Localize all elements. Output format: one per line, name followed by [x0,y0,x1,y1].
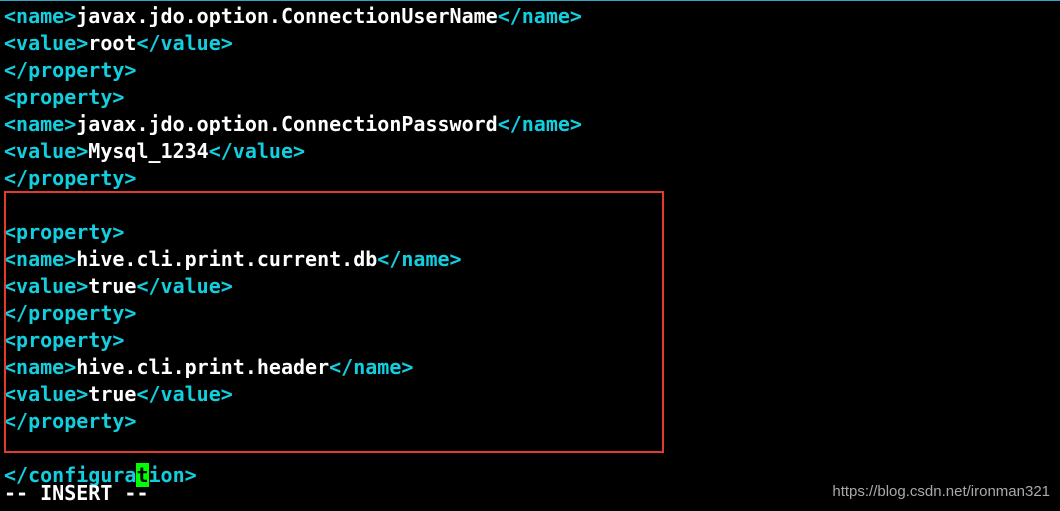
xml-text: Mysql_1234 [88,139,208,163]
xml-tag: </name> [377,247,461,271]
xml-text: root [88,31,136,55]
xml-tag: <name> [4,4,76,28]
xml-tag: <value> [4,31,88,55]
code-line: <name>hive.cli.print.current.db</name> [4,246,1056,273]
xml-tag: <property> [4,85,124,109]
code-editor[interactable]: <name>javax.jdo.option.ConnectionUserNam… [0,1,1060,489]
xml-tag: </value> [136,31,232,55]
code-line: <value>true</value> [4,273,1056,300]
code-line [4,192,1056,219]
code-line [4,435,1056,462]
xml-tag: </property> [4,409,136,433]
xml-tag: </name> [498,112,582,136]
code-line: <property> [4,327,1056,354]
code-line: </property> [4,300,1056,327]
xml-tag: </property> [4,301,136,325]
xml-text: hive.cli.print.current.db [76,247,377,271]
xml-text: hive.cli.print.header [76,355,329,379]
xml-tag: <name> [4,112,76,136]
watermark-text: https://blog.csdn.net/ironman321 [832,478,1050,505]
code-line: <value>Mysql_1234</value> [4,138,1056,165]
xml-tag: <value> [4,139,88,163]
xml-tag: <value> [4,274,88,298]
xml-text: javax.jdo.option.ConnectionPassword [76,112,497,136]
code-line: </property> [4,165,1056,192]
code-line: <value>true</value> [4,381,1056,408]
code-line: <name>hive.cli.print.header</name> [4,354,1056,381]
code-line: <property> [4,219,1056,246]
vim-status-line: -- INSERT -- [4,480,149,507]
code-line: <name>javax.jdo.option.ConnectionUserNam… [4,3,1056,30]
code-line: <property> [4,84,1056,111]
code-line: </property> [4,57,1056,84]
code-line: </property> [4,408,1056,435]
xml-text: true [88,274,136,298]
xml-tag: <property> [4,220,124,244]
xml-tag: </name> [498,4,582,28]
xml-tag: <name> [4,247,76,271]
code-line: <value>root</value> [4,30,1056,57]
xml-tag: </property> [4,166,136,190]
xml-tag: </name> [329,355,413,379]
xml-tag: </value> [136,382,232,406]
xml-tag: ion> [149,463,197,487]
xml-text: true [88,382,136,406]
xml-tag: <name> [4,355,76,379]
code-line: <name>javax.jdo.option.ConnectionPasswor… [4,111,1056,138]
xml-tag: <property> [4,328,124,352]
xml-tag: </value> [209,139,305,163]
xml-tag: <value> [4,382,88,406]
xml-tag: </value> [136,274,232,298]
xml-text: javax.jdo.option.ConnectionUserName [76,4,497,28]
xml-tag: </property> [4,58,136,82]
